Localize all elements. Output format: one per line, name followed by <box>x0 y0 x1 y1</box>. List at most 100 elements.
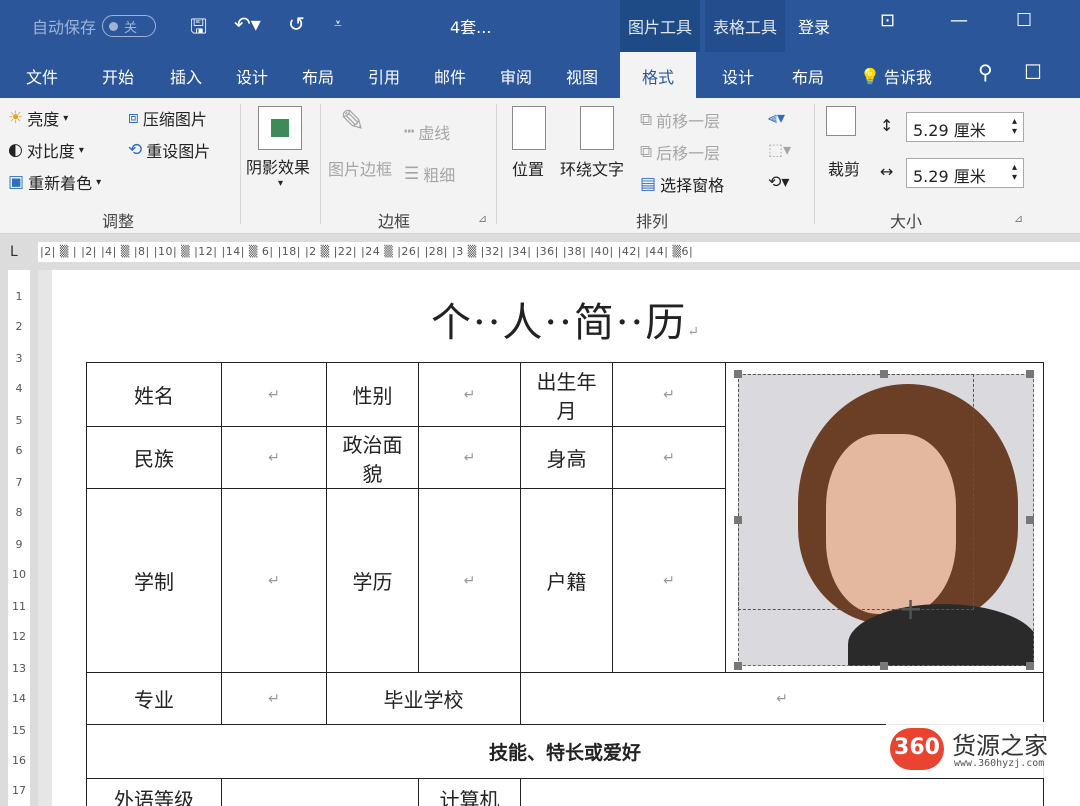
resize-handle[interactable] <box>880 370 888 378</box>
computer-value-cell[interactable] <box>520 778 1044 806</box>
ruler-track[interactable]: |2| ▒ | |2| |4| ▒ |8| |10| ▒ |12| |14| ▒… <box>38 242 1080 262</box>
vruler-number: 2 <box>15 320 23 333</box>
compress-pictures-button[interactable]: ⧈ 压缩图片 <box>128 106 207 130</box>
name-label-cell[interactable]: 姓名 <box>86 362 222 427</box>
tab-references[interactable]: 引用 <box>368 64 400 88</box>
resize-handle[interactable] <box>734 370 742 378</box>
align-icon[interactable]: ⫷▾ <box>768 108 785 128</box>
dashes-button[interactable]: ┅ 虚线 <box>404 120 450 144</box>
ethnicity-label-cell[interactable]: 民族 <box>86 426 222 489</box>
bring-forward-button[interactable]: ⧉ 前移一层 <box>640 108 720 132</box>
school-value-cell[interactable]: ↵ <box>520 672 1044 725</box>
ribbon-display-icon[interactable]: ⊡ <box>880 10 895 31</box>
computer-label-cell[interactable]: 计算机 <box>418 778 521 806</box>
watermark-url: www.360hyzj.com <box>954 758 1045 769</box>
reset-picture-button[interactable]: ⟲ 重设图片 <box>128 138 210 162</box>
group-label-arrange: 排列 <box>636 212 669 231</box>
tab-picture-format[interactable]: 格式 <box>620 52 697 98</box>
birth-value-cell[interactable]: ↵ <box>612 362 726 427</box>
width-input[interactable]: 5.29 厘米 ▴ ▾ <box>906 158 1024 188</box>
major-label-cell[interactable]: 专业 <box>86 672 222 725</box>
crop-icon[interactable] <box>826 106 856 136</box>
spinner-icon[interactable]: ▴ ▾ <box>1012 163 1017 183</box>
autosave-toggle[interactable]: 关 <box>102 15 157 37</box>
ethnicity-value-cell[interactable]: ↵ <box>221 426 327 489</box>
name-value-cell[interactable]: ↵ <box>221 362 327 427</box>
education-label-cell[interactable]: 学历 <box>326 488 419 673</box>
schooling-label-cell[interactable]: 学制 <box>86 488 222 673</box>
shadow-effects-icon[interactable] <box>258 106 302 150</box>
recolor-button[interactable]: ▣ 重新着色 ▾ <box>8 170 101 194</box>
group-icon[interactable]: ⬚▾ <box>768 140 791 159</box>
birth-label-cell[interactable]: 出生年月 <box>520 362 613 427</box>
table-tools-context: 表格工具 <box>705 0 786 52</box>
tab-file[interactable]: 文件 <box>26 64 58 88</box>
tab-layout[interactable]: 布局 <box>302 64 334 88</box>
redo-icon[interactable]: ↺ <box>288 12 305 36</box>
school-label-cell[interactable]: 毕业学校 <box>326 672 521 725</box>
share-icon[interactable]: ⚲ <box>978 60 993 84</box>
vertical-ruler-track[interactable]: 1 2 3 4 5 6 7 8 9 10 11 12 13 14 15 16 1… <box>8 270 30 806</box>
tab-mailings[interactable]: 邮件 <box>434 64 466 88</box>
group-label-border: 边框 <box>378 212 411 231</box>
resize-handle[interactable] <box>734 516 742 524</box>
contrast-button[interactable]: ◐ 对比度 ▾ <box>8 138 84 162</box>
tab-selector-icon[interactable]: L <box>10 244 18 260</box>
political-value-cell[interactable]: ↵ <box>418 426 521 489</box>
major-value-cell[interactable]: ↵ <box>221 672 327 725</box>
rotate-icon[interactable]: ⟲▾ <box>768 172 789 191</box>
undo-icon[interactable]: ↶▾ <box>234 12 261 36</box>
weight-button[interactable]: ☰ 粗细 <box>404 162 455 186</box>
vruler-number: 1 <box>15 290 23 303</box>
spinner-icon[interactable]: ▴ ▾ <box>1012 117 1017 137</box>
tab-view[interactable]: 视图 <box>566 64 598 88</box>
position-button[interactable]: 位置 <box>512 156 544 180</box>
wrap-text-icon[interactable] <box>580 106 614 150</box>
shadow-effects-button[interactable]: 阴影效果 <box>246 154 310 178</box>
resume-title-text: 个··人··简··历 <box>430 300 688 346</box>
comments-icon[interactable]: ☐ <box>1024 60 1042 84</box>
send-backward-button[interactable]: ⧉ 后移一层 <box>640 140 720 164</box>
tab-table-layout[interactable]: 布局 <box>792 64 824 88</box>
resize-handle[interactable] <box>880 662 888 670</box>
resize-handle[interactable] <box>1026 370 1034 378</box>
tell-me-search[interactable]: 💡 告诉我 <box>860 64 932 88</box>
resume-title[interactable]: 个··人··简··历↵ <box>52 290 1080 348</box>
position-icon[interactable] <box>512 106 546 150</box>
resize-handle[interactable] <box>734 662 742 670</box>
customize-qat-icon[interactable]: ⩡ <box>334 16 342 32</box>
maximize-icon[interactable]: ☐ <box>1016 10 1032 31</box>
tab-design[interactable]: 设计 <box>236 64 268 88</box>
tab-review[interactable]: 审阅 <box>500 64 532 88</box>
language-label-cell[interactable]: 外语等级 <box>86 778 222 806</box>
height-icon: ↕ <box>880 116 894 135</box>
schooling-value-cell[interactable]: ↵ <box>221 488 327 673</box>
hukou-value-cell[interactable]: ↵ <box>612 488 726 673</box>
political-label-cell[interactable]: 政治面貌 <box>326 426 419 489</box>
crop-inner-frame[interactable] <box>738 374 974 610</box>
login-button[interactable]: 登录 <box>798 14 830 38</box>
brightness-button[interactable]: ☀ 亮度 ▾ <box>8 106 68 130</box>
education-value-cell[interactable]: ↵ <box>418 488 521 673</box>
language-value-cell[interactable] <box>221 778 419 806</box>
resize-handle[interactable] <box>1026 662 1034 670</box>
autosave-control[interactable]: 自动保存 关 <box>32 14 157 38</box>
height-label-cell[interactable]: 身高 <box>520 426 613 489</box>
height-input[interactable]: 5.29 厘米 ▴ ▾ <box>906 112 1024 142</box>
border-dialog-launcher-icon[interactable]: ⊿ <box>478 212 487 225</box>
gender-value-cell[interactable]: ↵ <box>418 362 521 427</box>
picture-border-button[interactable]: 图片边框 <box>328 156 392 180</box>
gender-label-cell[interactable]: 性别 <box>326 362 419 427</box>
hukou-label-cell[interactable]: 户籍 <box>520 488 613 673</box>
save-icon[interactable]: 🖫 <box>190 12 207 46</box>
size-dialog-launcher-icon[interactable]: ⊿ <box>1014 212 1023 225</box>
selection-pane-button[interactable]: ▤ 选择窗格 <box>640 172 724 196</box>
resize-handle[interactable] <box>1026 516 1034 524</box>
minimize-icon[interactable]: — <box>950 10 968 31</box>
tab-insert[interactable]: 插入 <box>170 64 202 88</box>
tab-home[interactable]: 开始 <box>102 64 134 88</box>
tab-table-design[interactable]: 设计 <box>722 64 754 88</box>
height-value-cell[interactable]: ↵ <box>612 426 726 489</box>
wrap-text-button[interactable]: 环绕文字 <box>560 156 624 180</box>
crop-button[interactable]: 裁剪 <box>828 156 860 180</box>
